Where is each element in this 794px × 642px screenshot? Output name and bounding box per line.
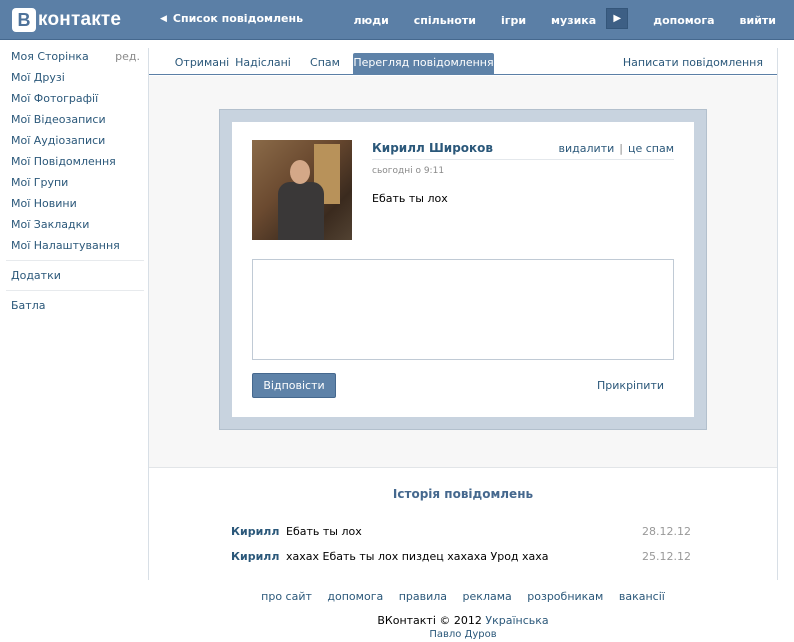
sidebar-item-audio[interactable]: Мої Аудіозаписи xyxy=(6,132,144,153)
nav-help[interactable]: допомога xyxy=(653,14,714,27)
logo-text: контакте xyxy=(38,9,122,30)
footer-link-jobs[interactable]: вакансії xyxy=(619,590,665,603)
sidebar-item-friends[interactable]: Мої Друзі xyxy=(6,69,144,90)
nav-communities[interactable]: спільноти xyxy=(414,14,476,27)
sidebar-item-bookmarks[interactable]: Мої Закладки xyxy=(6,216,144,237)
footer-link-ads[interactable]: реклама xyxy=(463,590,512,603)
sidebar-item-apps[interactable]: Додатки xyxy=(6,267,144,288)
sidebar-item-messages[interactable]: Мої Повідомлення xyxy=(6,153,144,174)
edit-link[interactable]: ред. xyxy=(115,48,140,65)
message-text: Ебать ты лох xyxy=(372,192,448,205)
top-nav: люди спільноти ігри музика ▶ допомога ви… xyxy=(328,8,776,29)
sidebar-item-photos[interactable]: Мої Фотографії xyxy=(6,90,144,111)
language-link[interactable]: Українська xyxy=(485,614,548,627)
music-play-icon[interactable]: ▶ xyxy=(606,8,629,29)
attach-link[interactable]: Прикріпити xyxy=(597,379,664,392)
reply-button[interactable]: Відповісти xyxy=(252,373,336,398)
delete-message-link[interactable]: видалити xyxy=(559,142,615,155)
history-row: Кирилл хахах Ебать ты лох пиздец хахаха … xyxy=(231,550,691,566)
back-label: Список повідомлень xyxy=(172,12,304,25)
write-message-link[interactable]: Написати повідомлення xyxy=(623,56,763,69)
divider xyxy=(372,159,674,160)
footer-link-help[interactable]: допомога xyxy=(327,590,383,603)
message-history: Історія повідомлень Кирилл Ебать ты лох … xyxy=(149,468,777,580)
back-arrow-icon: ◀ xyxy=(160,13,167,24)
message-frame: Кирилл Широков видалити | це спам сьогодні… xyxy=(219,109,707,430)
footer-link-developers[interactable]: розробникам xyxy=(527,590,603,603)
history-row: Кирилл Ебать ты лох 28.12.12 xyxy=(231,525,691,541)
nav-music[interactable]: музика xyxy=(551,14,596,27)
history-date: 28.12.12 xyxy=(642,525,691,538)
tab-spam[interactable]: Спам xyxy=(301,53,349,75)
tab-sent[interactable]: Надіслані xyxy=(231,53,295,75)
avatar-photo-detail xyxy=(290,160,310,184)
author-link[interactable]: Павло Дуров xyxy=(148,629,778,640)
top-header: В контакте ◀ Список повідомлень люди спі… xyxy=(0,0,794,40)
avatar-photo-detail xyxy=(278,182,324,240)
history-date: 25.12.12 xyxy=(642,550,691,563)
tab-view-message[interactable]: Перегляд повідомлення xyxy=(353,53,494,75)
message-actions: видалити | це спам xyxy=(559,142,674,155)
history-text: Ебать ты лох xyxy=(286,525,362,538)
reply-textarea[interactable] xyxy=(252,259,674,360)
message-card: Кирилл Широков видалити | це спам сьогодні… xyxy=(232,122,694,417)
footer-link-about[interactable]: про сайт xyxy=(261,590,312,603)
sidebar-item-news[interactable]: Мої Новини xyxy=(6,195,144,216)
message-time: сьогодні о 9:11 xyxy=(372,166,445,176)
copyright-text: ВКонтакті © 2012 xyxy=(377,614,482,627)
sidebar-item-label: Моя Сторінка xyxy=(11,50,89,63)
sender-avatar[interactable] xyxy=(252,140,352,240)
menu-divider xyxy=(6,290,144,291)
nav-logout[interactable]: вийти xyxy=(740,14,776,27)
sidebar-item-extra[interactable]: Батла xyxy=(6,297,144,318)
sidebar-item-settings[interactable]: Мої Налаштування xyxy=(6,237,144,258)
logo-icon: В xyxy=(12,8,36,32)
message-tabs: Отримані Надіслані Спам Перегляд повідом… xyxy=(149,48,777,75)
nav-games[interactable]: ігри xyxy=(501,14,526,27)
footer-links: про сайт допомога правила реклама розроб… xyxy=(148,590,778,603)
left-menu: Моя Сторінка ред. Мої Друзі Мої Фотограф… xyxy=(6,48,144,318)
logo[interactable]: В контакте xyxy=(12,7,121,33)
menu-divider xyxy=(6,260,144,261)
footer-link-rules[interactable]: правила xyxy=(399,590,447,603)
history-text: хахах Ебать ты лох пиздец хахаха Урод ха… xyxy=(286,550,549,563)
history-sender[interactable]: Кирилл xyxy=(231,525,279,538)
sidebar-item-my-page[interactable]: Моя Сторінка ред. xyxy=(6,48,144,69)
copyright: ВКонтакті © 2012 Українська xyxy=(148,614,778,627)
sidebar-item-groups[interactable]: Мої Групи xyxy=(6,174,144,195)
history-sender[interactable]: Кирилл xyxy=(231,550,279,563)
main-content: Отримані Надіслані Спам Перегляд повідом… xyxy=(148,48,778,580)
action-separator: | xyxy=(619,142,623,155)
sender-name[interactable]: Кирилл Широков xyxy=(372,141,493,155)
nav-people[interactable]: люди xyxy=(353,14,388,27)
message-area: Кирилл Широков видалити | це спам сьогодні… xyxy=(149,76,777,468)
sidebar-item-videos[interactable]: Мої Відеозаписи xyxy=(6,111,144,132)
history-title: Історія повідомлень xyxy=(392,487,534,501)
mark-spam-link[interactable]: це спам xyxy=(628,142,674,155)
back-to-messages-link[interactable]: ◀ Список повідомлень xyxy=(160,12,303,25)
